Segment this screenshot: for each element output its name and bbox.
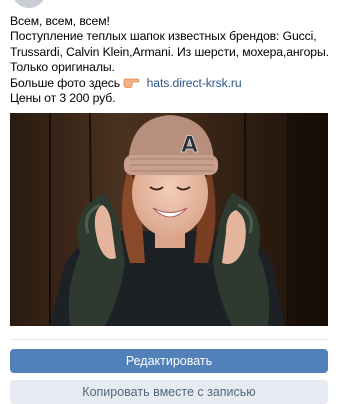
post-line-brands-1: Поступление теплых шапок известных бренд… — [10, 29, 317, 44]
more-photos-label: Больше фото здесь — [10, 75, 121, 90]
photo-illustration: A — [10, 113, 328, 326]
pointing-hand-icon — [123, 77, 141, 88]
post-line-more-photos: Больше фото здесь hats.direct-krsk.ru — [10, 76, 335, 91]
edit-button[interactable]: Редактировать — [10, 349, 328, 373]
post-line-originals: Только оригиналы. — [10, 60, 115, 75]
post-photo[interactable]: A — [10, 113, 328, 326]
divider — [10, 339, 328, 340]
post-link[interactable]: hats.direct-krsk.ru — [147, 76, 242, 90]
post-line-greeting: Всем, всем, всем! — [10, 14, 110, 28]
post-line-price: Цены от 3 200 руб. — [10, 91, 116, 106]
copy-with-post-button[interactable]: Копировать вместе с записью — [10, 380, 328, 404]
post-text: Всем, всем, всем! Поступление теплых шап… — [10, 14, 335, 106]
post-line-brands-2: Trussardi, Calvin Klein,Armani. Из шерст… — [10, 44, 329, 59]
author-header — [0, 0, 345, 8]
avatar[interactable] — [12, 0, 46, 8]
hat-letter: A — [181, 133, 198, 158]
